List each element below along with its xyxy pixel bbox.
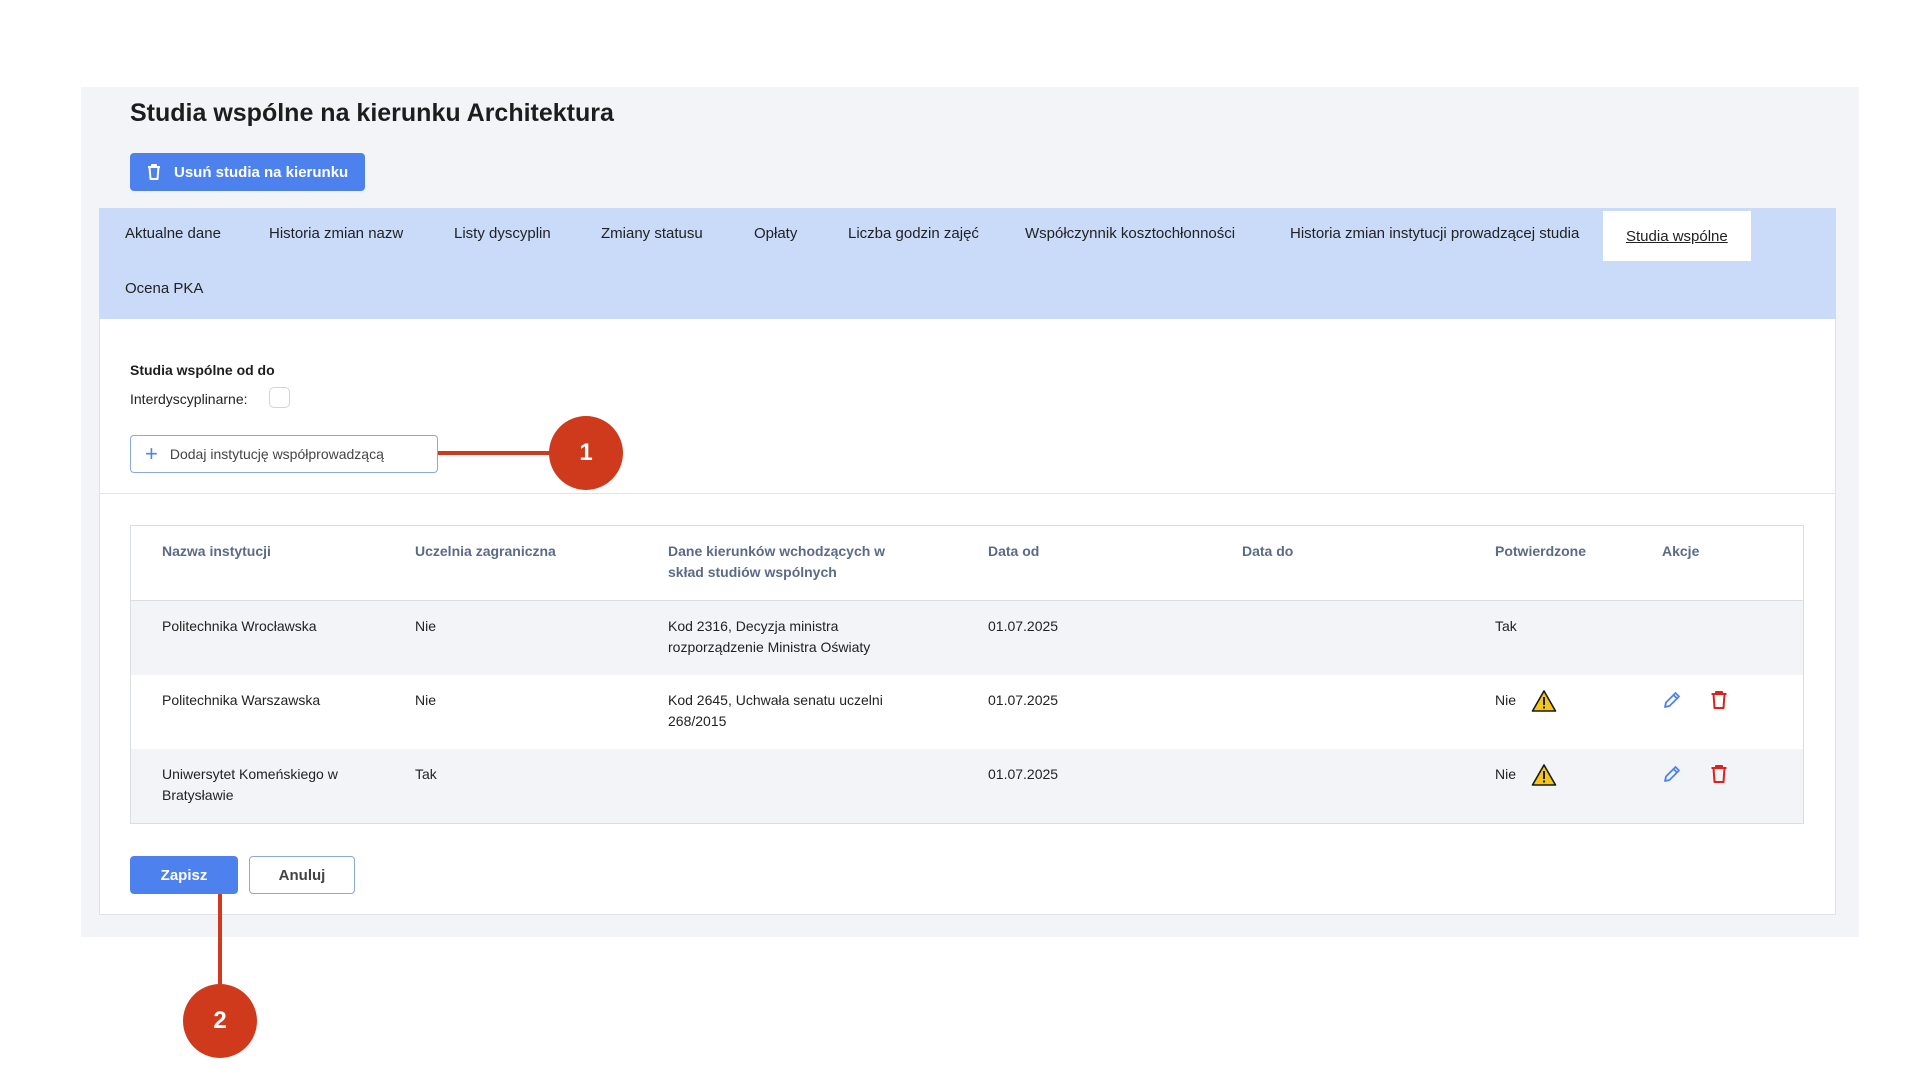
cell-institution-name: Politechnika Wrocławska [162, 618, 317, 634]
tab-class-hours[interactable]: Liczba godzin zajęć [848, 208, 979, 258]
table-header: Nazwa instytucji Uczelnia zagraniczna Da… [131, 526, 1803, 601]
cell-program-data: Kod 2645, Uchwała senatu uczelni 268/201… [668, 692, 883, 729]
interdisciplinary-label: Interdyscyplinarne: [130, 391, 248, 407]
callout-connector-2 [218, 894, 222, 984]
cell-date-from: 01.07.2025 [988, 618, 1059, 634]
section-title: Studia wspólne od do [130, 362, 275, 378]
callout-badge-1: 1 [549, 416, 623, 490]
delete-program-button[interactable]: Usuń studia na kierunku [130, 153, 365, 191]
header-confirmed: Potwierdzone [1495, 543, 1587, 559]
divider [100, 493, 1835, 494]
cell-confirmed: Nie [1495, 692, 1517, 708]
tab-fees[interactable]: Opłaty [754, 208, 797, 258]
add-institution-button[interactable]: + Dodaj instytucję współprowadzącą [130, 435, 438, 473]
cancel-button[interactable]: Anuluj [249, 856, 355, 894]
tab-cost-coefficient[interactable]: Współczynnik kosztochłonności [1025, 208, 1235, 258]
edit-icon[interactable] [1661, 689, 1683, 711]
tab-joint-studies[interactable]: Studia wspólne [1603, 211, 1751, 261]
warning-icon [1531, 764, 1557, 786]
tab-status-changes[interactable]: Zmiany statusu [601, 208, 703, 258]
header-foreign-university: Uczelnia zagraniczna [415, 543, 556, 559]
edit-icon[interactable] [1661, 763, 1683, 785]
tab-bar: Aktualne dane Historia zmian nazw Listy … [99, 208, 1836, 319]
cell-institution-name: Uniwersytet Komeńskiego w Bratysławie [162, 766, 338, 803]
callout-badge-2: 2 [183, 984, 257, 1058]
page-title: Studia wspólne na kierunku Architektura [130, 99, 614, 127]
callout-connector-1 [438, 451, 554, 455]
delete-icon[interactable] [1708, 763, 1730, 785]
tab-discipline-lists[interactable]: Listy dyscyplin [454, 208, 551, 258]
table-row: Uniwersytet Komeńskiego w Bratysławie Ta… [131, 749, 1803, 823]
cell-foreign: Nie [415, 692, 437, 708]
delete-icon[interactable] [1708, 689, 1730, 711]
cell-date-from: 01.07.2025 [988, 766, 1059, 782]
table-row: Politechnika Warszawska Nie Kod 2645, Uc… [131, 675, 1803, 749]
add-institution-label: Dodaj instytucję współprowadzącą [169, 446, 384, 462]
save-button[interactable]: Zapisz [130, 856, 238, 894]
cell-date-from: 01.07.2025 [988, 692, 1059, 708]
table-row: Politechnika Wrocławska Nie Kod 2316, De… [131, 601, 1803, 675]
tab-pka-assessment[interactable]: Ocena PKA [125, 263, 203, 313]
trash-icon [144, 162, 164, 182]
header-date-to: Data do [1242, 543, 1294, 559]
institutions-table: Nazwa instytucji Uczelnia zagraniczna Da… [130, 525, 1804, 824]
cell-foreign: Nie [415, 618, 437, 634]
tab-name-history[interactable]: Historia zmian nazw [269, 208, 403, 258]
cell-confirmed: Tak [1495, 618, 1517, 634]
cell-program-data: Kod 2316, Decyzja ministra rozporządzeni… [668, 618, 871, 655]
header-institution-name: Nazwa instytucji [162, 543, 271, 559]
cell-foreign: Tak [415, 766, 437, 782]
warning-icon [1531, 690, 1557, 712]
cell-confirmed: Nie [1495, 766, 1517, 782]
tab-institution-history[interactable]: Historia zmian instytucji prowadzącej st… [1290, 208, 1579, 258]
interdisciplinary-checkbox[interactable] [269, 387, 290, 408]
header-program-data: Dane kierunków wchodzących w skład studi… [668, 543, 886, 580]
plus-icon: + [145, 441, 158, 466]
header-date-from: Data od [988, 543, 1040, 559]
tab-current-data[interactable]: Aktualne dane [125, 208, 221, 258]
header-actions: Akcje [1662, 543, 1700, 559]
cell-institution-name: Politechnika Warszawska [162, 692, 321, 708]
delete-program-label: Usuń studia na kierunku [174, 163, 349, 181]
